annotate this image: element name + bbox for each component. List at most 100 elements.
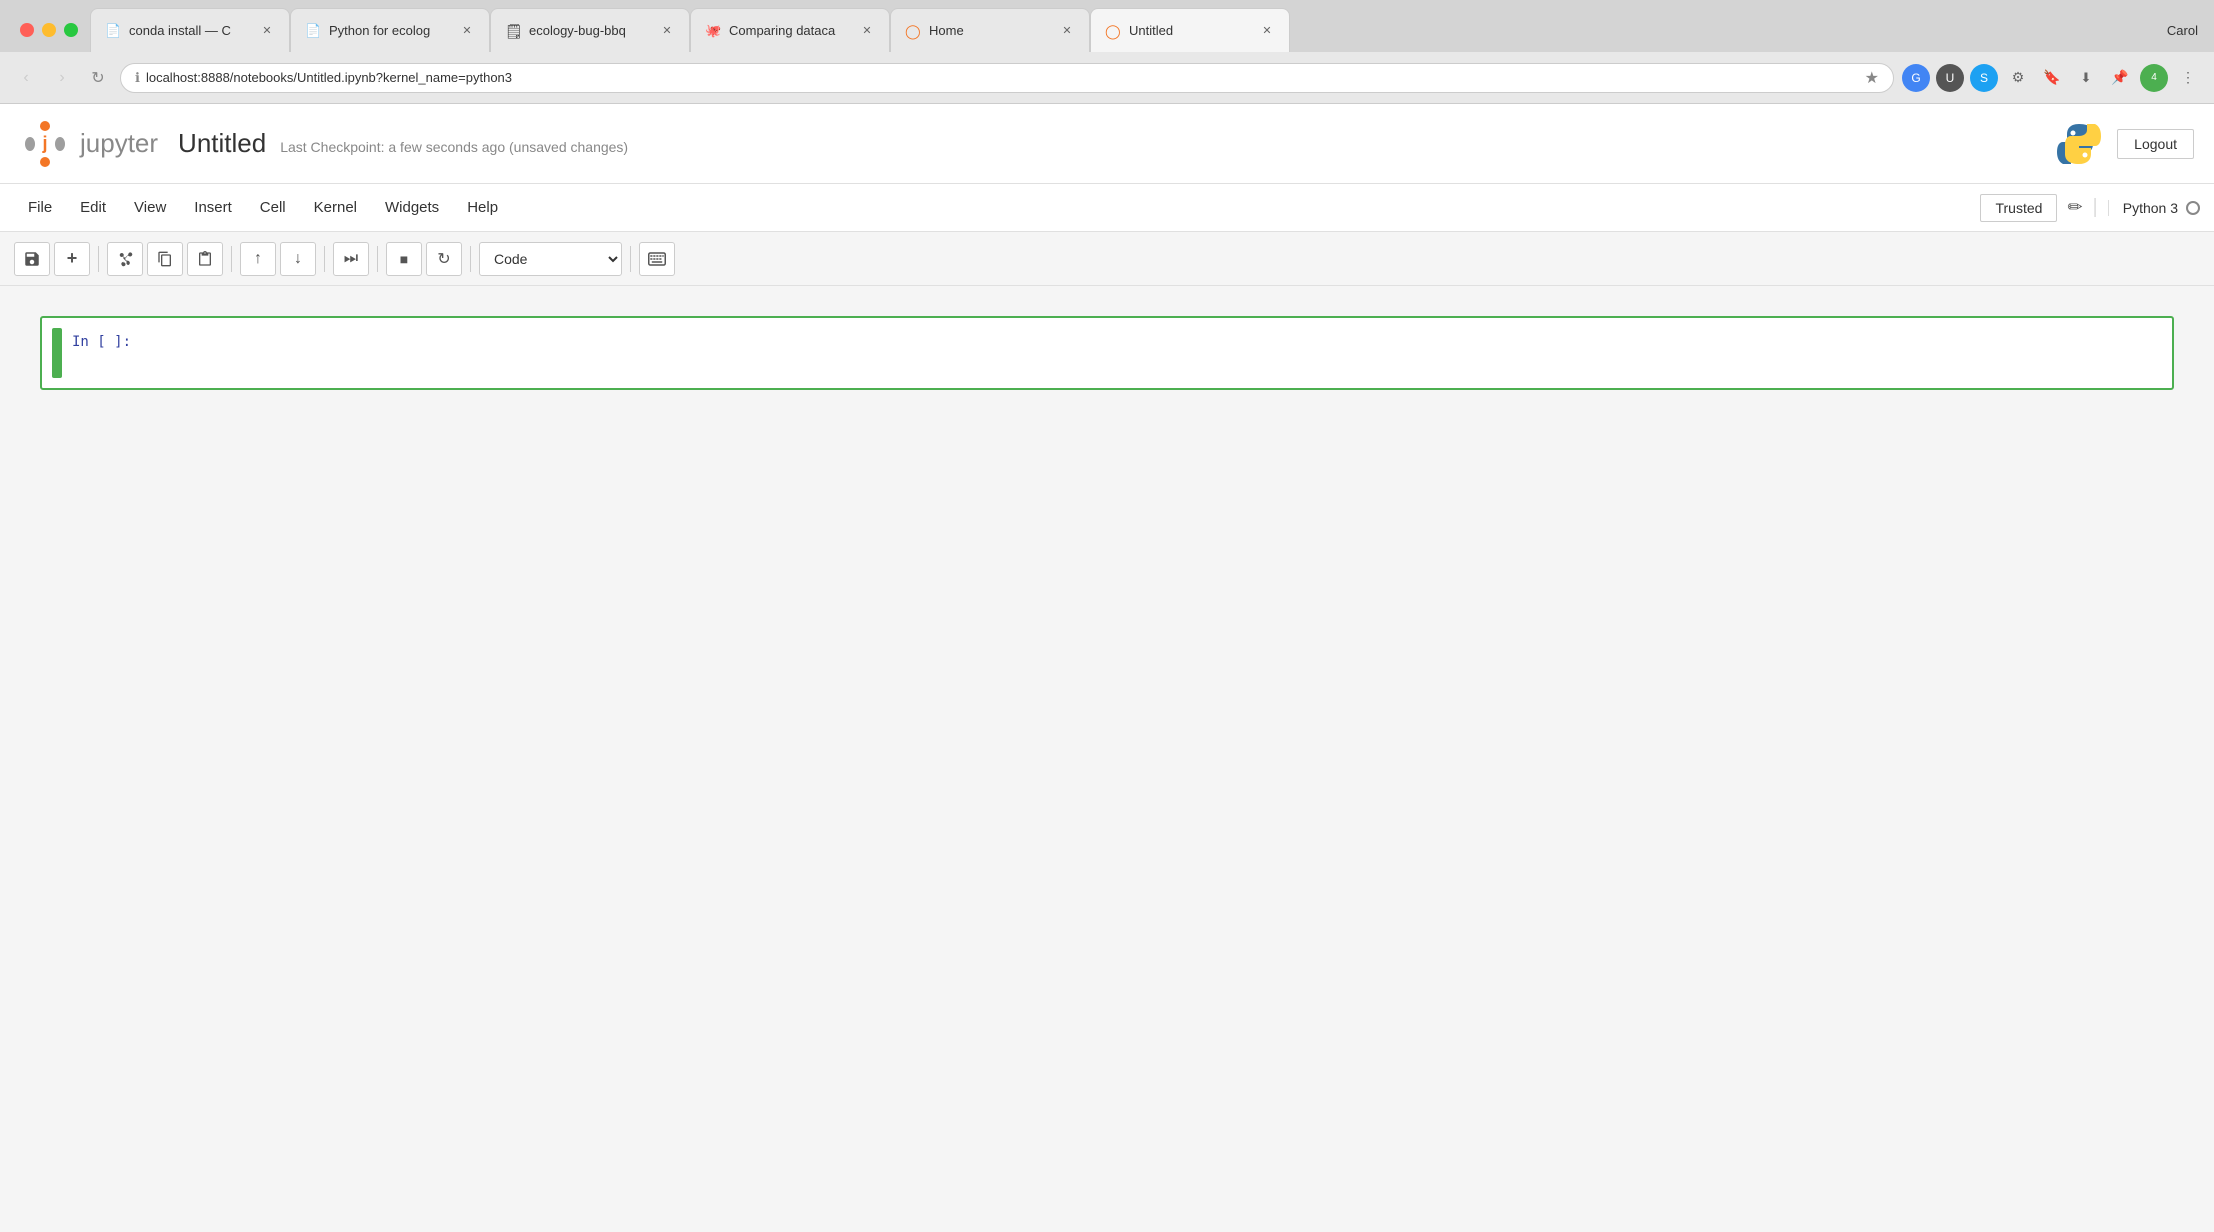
- tab-favicon-home: ◯: [905, 23, 921, 39]
- skip-icon: ⏭: [344, 250, 358, 268]
- tab-ecology-bug[interactable]: 🗒 ecology-bug-bbq ✕: [490, 8, 690, 52]
- jupyter-title-area: Untitled Last Checkpoint: a few seconds …: [178, 128, 628, 159]
- code-cell: In [ ]:: [52, 328, 2162, 378]
- restart-icon: ↻: [437, 249, 450, 269]
- more-icon[interactable]: ⋮: [2174, 64, 2202, 92]
- interrupt-button[interactable]: ■: [386, 242, 422, 276]
- tab-title-ecology: ecology-bug-bbq: [529, 23, 651, 38]
- menu-help[interactable]: Help: [453, 193, 512, 222]
- menu-right: Trusted ✏ | Python 3: [1980, 194, 2200, 222]
- notebook-title[interactable]: Untitled: [178, 128, 266, 159]
- tab-title-home: Home: [929, 23, 1051, 38]
- menu-edit[interactable]: Edit: [66, 193, 120, 222]
- cell-active-indicator: [52, 328, 62, 378]
- tab-python-ecolog[interactable]: 📄 Python for ecolog ✕: [290, 8, 490, 52]
- settings-icon[interactable]: ⚙: [2004, 64, 2032, 92]
- menu-widgets[interactable]: Widgets: [371, 193, 453, 222]
- star-icon[interactable]: ★: [1865, 68, 1879, 88]
- python-logo: [2055, 120, 2103, 168]
- toolbar: + ↑ ↓ ⏭: [0, 232, 2214, 286]
- cut-button[interactable]: [107, 242, 143, 276]
- toolbar-sep-1: [98, 246, 99, 272]
- kernel-name: Python 3: [2123, 200, 2178, 216]
- cell-type-select[interactable]: Code Markdown Raw NBConvert Heading: [479, 242, 622, 276]
- header-right: Logout: [2055, 120, 2194, 168]
- browser-chrome: 📄 conda install — C ✕ 📄 Python for ecolo…: [0, 0, 2214, 104]
- refresh-button[interactable]: ↻: [84, 64, 112, 92]
- tab-comparing[interactable]: 🐙 Comparing dataca ✕: [690, 8, 890, 52]
- pencil-icon[interactable]: ✏: [2067, 197, 2082, 218]
- menu-bar: File Edit View Insert Cell Kernel Widget…: [0, 184, 2214, 232]
- menu-file[interactable]: File: [14, 193, 66, 222]
- tab-close-comparing[interactable]: ✕: [859, 23, 875, 39]
- kernel-indicator: Python 3: [2108, 200, 2200, 216]
- restart-button[interactable]: ↻: [426, 242, 462, 276]
- download-icon[interactable]: ⬇: [2072, 64, 2100, 92]
- tab-home[interactable]: ◯ Home ✕: [890, 8, 1090, 52]
- cell-input[interactable]: [152, 328, 2162, 364]
- up-arrow-icon: ↑: [254, 250, 262, 268]
- search-icon[interactable]: G: [1902, 64, 1930, 92]
- user-area: Carol: [2151, 8, 2214, 52]
- tab-favicon-untitled: ◯: [1105, 23, 1121, 39]
- address-input[interactable]: ℹ localhost:8888/notebooks/Untitled.ipyn…: [120, 63, 1894, 93]
- tab-title-comparing: Comparing dataca: [729, 23, 851, 38]
- traffic-light-red[interactable]: [20, 23, 34, 37]
- jupyter-logo-svg: j: [20, 119, 70, 169]
- ext-green-icon[interactable]: 4: [2140, 64, 2168, 92]
- paste-button[interactable]: [187, 242, 223, 276]
- save-icon: [23, 250, 41, 268]
- menu-insert[interactable]: Insert: [180, 193, 246, 222]
- logout-button[interactable]: Logout: [2117, 129, 2194, 159]
- tab-close-ecology[interactable]: ✕: [659, 23, 675, 39]
- tab-favicon-github: 🐙: [705, 23, 721, 39]
- tab-title-untitled: Untitled: [1129, 23, 1251, 38]
- user-name: Carol: [2167, 23, 2198, 38]
- ext-icon-u[interactable]: U: [1936, 64, 1964, 92]
- traffic-light-yellow[interactable]: [42, 23, 56, 37]
- menu-kernel[interactable]: Kernel: [300, 193, 371, 222]
- traffic-light-green[interactable]: [64, 23, 78, 37]
- tab-close-untitled[interactable]: ✕: [1259, 23, 1275, 39]
- svg-text:j: j: [41, 133, 47, 153]
- kernel-circle: [2186, 201, 2200, 215]
- toolbar-sep-4: [377, 246, 378, 272]
- traffic-lights: [8, 8, 90, 52]
- tab-close-python[interactable]: ✕: [459, 23, 475, 39]
- menu-separator: |: [2093, 196, 2098, 219]
- jupyter-brand: jupyter: [80, 128, 158, 159]
- add-cell-button[interactable]: +: [54, 242, 90, 276]
- ext-icon-s[interactable]: S: [1970, 64, 1998, 92]
- tab-close-home[interactable]: ✕: [1059, 23, 1075, 39]
- menu-view[interactable]: View: [120, 193, 180, 222]
- tab-bar-left: [8, 8, 90, 52]
- address-bar: ‹ › ↻ ℹ localhost:8888/notebooks/Untitle…: [0, 52, 2214, 104]
- tab-untitled[interactable]: ◯ Untitled ✕: [1090, 8, 1290, 52]
- copy-button[interactable]: [147, 242, 183, 276]
- url-text: localhost:8888/notebooks/Untitled.ipynb?…: [146, 70, 1859, 85]
- cut-icon: [117, 251, 133, 267]
- save-button[interactable]: [14, 242, 50, 276]
- tab-favicon-ecology: 🗒: [505, 23, 521, 39]
- tab-conda[interactable]: 📄 conda install — C ✕: [90, 8, 290, 52]
- tab-title-conda: conda install — C: [129, 23, 251, 38]
- lock-icon: ℹ: [135, 70, 140, 86]
- keyboard-button[interactable]: [639, 242, 675, 276]
- trusted-button[interactable]: Trusted: [1980, 194, 2057, 222]
- notebook-area: j jupyter Untitled Last Checkpoint: a fe…: [0, 104, 2214, 1232]
- back-button[interactable]: ‹: [12, 64, 40, 92]
- toolbar-sep-2: [231, 246, 232, 272]
- move-up-button[interactable]: ↑: [240, 242, 276, 276]
- copy-icon: [157, 251, 173, 267]
- tab-close-conda[interactable]: ✕: [259, 23, 275, 39]
- keyboard-icon: [648, 252, 666, 266]
- move-down-button[interactable]: ↓: [280, 242, 316, 276]
- forward-button[interactable]: ›: [48, 64, 76, 92]
- pin-icon[interactable]: 📌: [2106, 64, 2134, 92]
- skip-bottom-button[interactable]: ⏭: [333, 242, 369, 276]
- bookmark-icon[interactable]: 🔖: [2038, 64, 2066, 92]
- cell-container: In [ ]:: [40, 316, 2174, 390]
- stop-icon: ■: [400, 251, 408, 267]
- menu-cell[interactable]: Cell: [246, 193, 300, 222]
- tab-title-python: Python for ecolog: [329, 23, 451, 38]
